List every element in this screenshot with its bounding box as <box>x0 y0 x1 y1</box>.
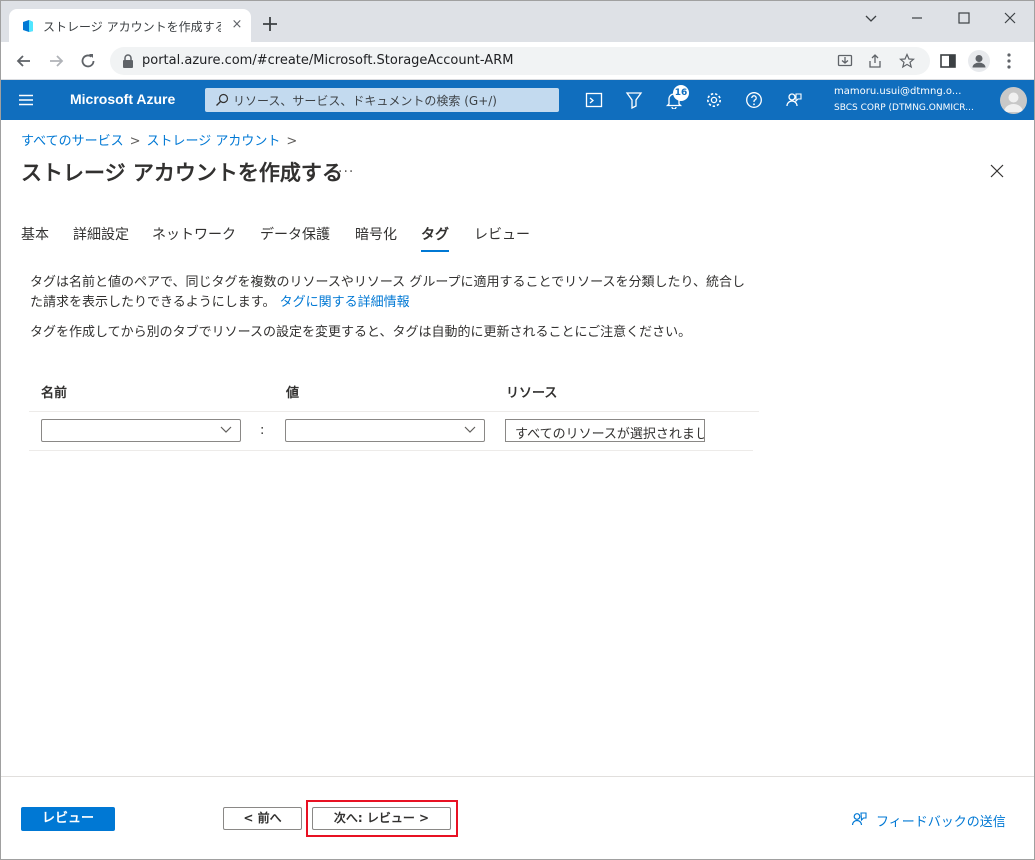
tab-data-protection[interactable]: データ保護 <box>260 224 330 244</box>
column-header-resource: リソース <box>506 386 558 401</box>
notification-count-badge: 16 <box>673 85 689 101</box>
previous-button[interactable]: < 前へ <box>223 807 302 830</box>
global-search-input[interactable]: リソース、サービス、ドキュメントの検索 (G+/) <box>205 88 559 112</box>
feedback-icon[interactable] <box>851 811 867 827</box>
tab-advanced[interactable]: 詳細設定 <box>73 224 129 244</box>
send-feedback-link[interactable]: フィードバックの送信 <box>876 811 1006 830</box>
directory-filter-icon[interactable] <box>625 91 643 109</box>
chevron-down-icon <box>464 426 476 433</box>
tags-description-line2: た請求を表示したりできるようにします。 タグに関する詳細情報 <box>30 293 410 313</box>
back-arrow-icon[interactable] <box>14 51 34 71</box>
review-button[interactable]: レビュー <box>21 807 115 831</box>
window-close-icon[interactable] <box>987 6 1033 30</box>
next-review-button[interactable]: 次へ: レビュー > <box>312 807 451 830</box>
tab-review[interactable]: レビュー <box>474 224 530 244</box>
column-header-value: 値 <box>286 386 300 401</box>
user-avatar-icon <box>1004 92 1023 112</box>
breadcrumb-all-services[interactable]: すべてのサービス <box>21 134 124 149</box>
table-row-divider <box>29 450 753 451</box>
tab-close-icon[interactable]: × <box>229 17 245 33</box>
tab-tags[interactable]: タグ <box>421 224 449 244</box>
name-value-separator: : <box>260 423 265 438</box>
tags-learn-more-link[interactable]: タグに関する詳細情報 <box>280 295 410 310</box>
column-header-name: 名前 <box>41 386 68 401</box>
search-placeholder: リソース、サービス、ドキュメントの検索 (G+/) <box>233 94 497 108</box>
azure-brand[interactable]: Microsoft Azure <box>70 91 175 107</box>
tags-description-text: た請求を表示したりできるようにします。 <box>30 295 276 310</box>
reload-icon[interactable] <box>78 51 98 71</box>
feedback-icon[interactable] <box>785 91 803 109</box>
lock-icon <box>123 54 133 68</box>
user-email[interactable]: mamoru.usui@dtmng.o... <box>834 86 986 97</box>
active-tab-indicator <box>421 250 449 252</box>
install-app-icon[interactable] <box>837 53 853 69</box>
tag-resource-value: すべてのリソースが選択されまし <box>515 427 705 442</box>
help-icon[interactable] <box>745 91 763 109</box>
forward-arrow-icon[interactable] <box>46 51 66 71</box>
browser-menu-icon[interactable] <box>1006 52 1012 70</box>
maximize-icon[interactable] <box>941 6 987 30</box>
breadcrumb: すべてのサービス > ストレージ アカウント > <box>21 130 303 149</box>
footer-divider <box>0 776 1035 777</box>
new-tab-icon[interactable] <box>260 14 280 34</box>
profile-icon[interactable] <box>968 50 990 72</box>
minimize-icon[interactable] <box>894 6 940 30</box>
chevron-down-icon <box>220 426 232 433</box>
chevron-down-icon[interactable] <box>848 6 894 30</box>
browser-tab[interactable]: ストレージ アカウントを作成する - Mic × <box>9 9 251 43</box>
azure-storage-icon <box>23 20 33 32</box>
browser-tab-strip: ストレージ アカウントを作成する - Mic × <box>0 0 1035 43</box>
table-header-divider <box>29 411 759 412</box>
tab-networking[interactable]: ネットワーク <box>152 224 236 244</box>
browser-toolbar: portal.azure.com/#create/Microsoft.Stora… <box>0 42 1035 80</box>
search-icon <box>216 93 229 106</box>
user-directory[interactable]: SBCS CORP (DTMNG.ONMICR... <box>834 103 986 113</box>
side-panel-icon[interactable] <box>939 52 957 70</box>
url-text: portal.azure.com/#create/Microsoft.Stora… <box>142 53 514 68</box>
tag-value-combobox[interactable] <box>285 419 485 442</box>
tags-update-note: タグを作成してから別のタブでリソースの設定を変更すると、タグは自動的に更新される… <box>30 325 692 340</box>
close-icon[interactable] <box>990 164 1004 178</box>
hamburger-menu-icon[interactable] <box>18 94 34 106</box>
tab-basics[interactable]: 基本 <box>21 224 49 244</box>
tag-resource-selector[interactable]: すべてのリソースが選択されまし <box>505 419 705 442</box>
share-icon[interactable] <box>867 53 883 69</box>
address-bar[interactable]: portal.azure.com/#create/Microsoft.Stora… <box>110 47 930 75</box>
user-avatar[interactable] <box>1000 87 1027 114</box>
page-title: ストレージ アカウントを作成する <box>21 161 343 185</box>
person-icon <box>972 55 986 68</box>
tag-name-combobox[interactable] <box>41 419 241 442</box>
breadcrumb-separator: > <box>286 134 298 149</box>
cloud-shell-icon[interactable] <box>585 91 603 109</box>
bookmark-star-icon[interactable] <box>899 53 915 69</box>
browser-tab-title: ストレージ アカウントを作成する - Mic <box>43 20 221 34</box>
tags-description-line1: タグは名前と値のペアで、同じタグを複数のリソースやリソース グループに適用するこ… <box>30 275 745 290</box>
more-options-icon[interactable]: ... <box>338 160 354 176</box>
breadcrumb-storage-accounts[interactable]: ストレージ アカウント <box>146 134 280 149</box>
breadcrumb-separator: > <box>129 134 141 149</box>
settings-gear-icon[interactable] <box>705 91 723 109</box>
tab-encryption[interactable]: 暗号化 <box>355 224 397 244</box>
